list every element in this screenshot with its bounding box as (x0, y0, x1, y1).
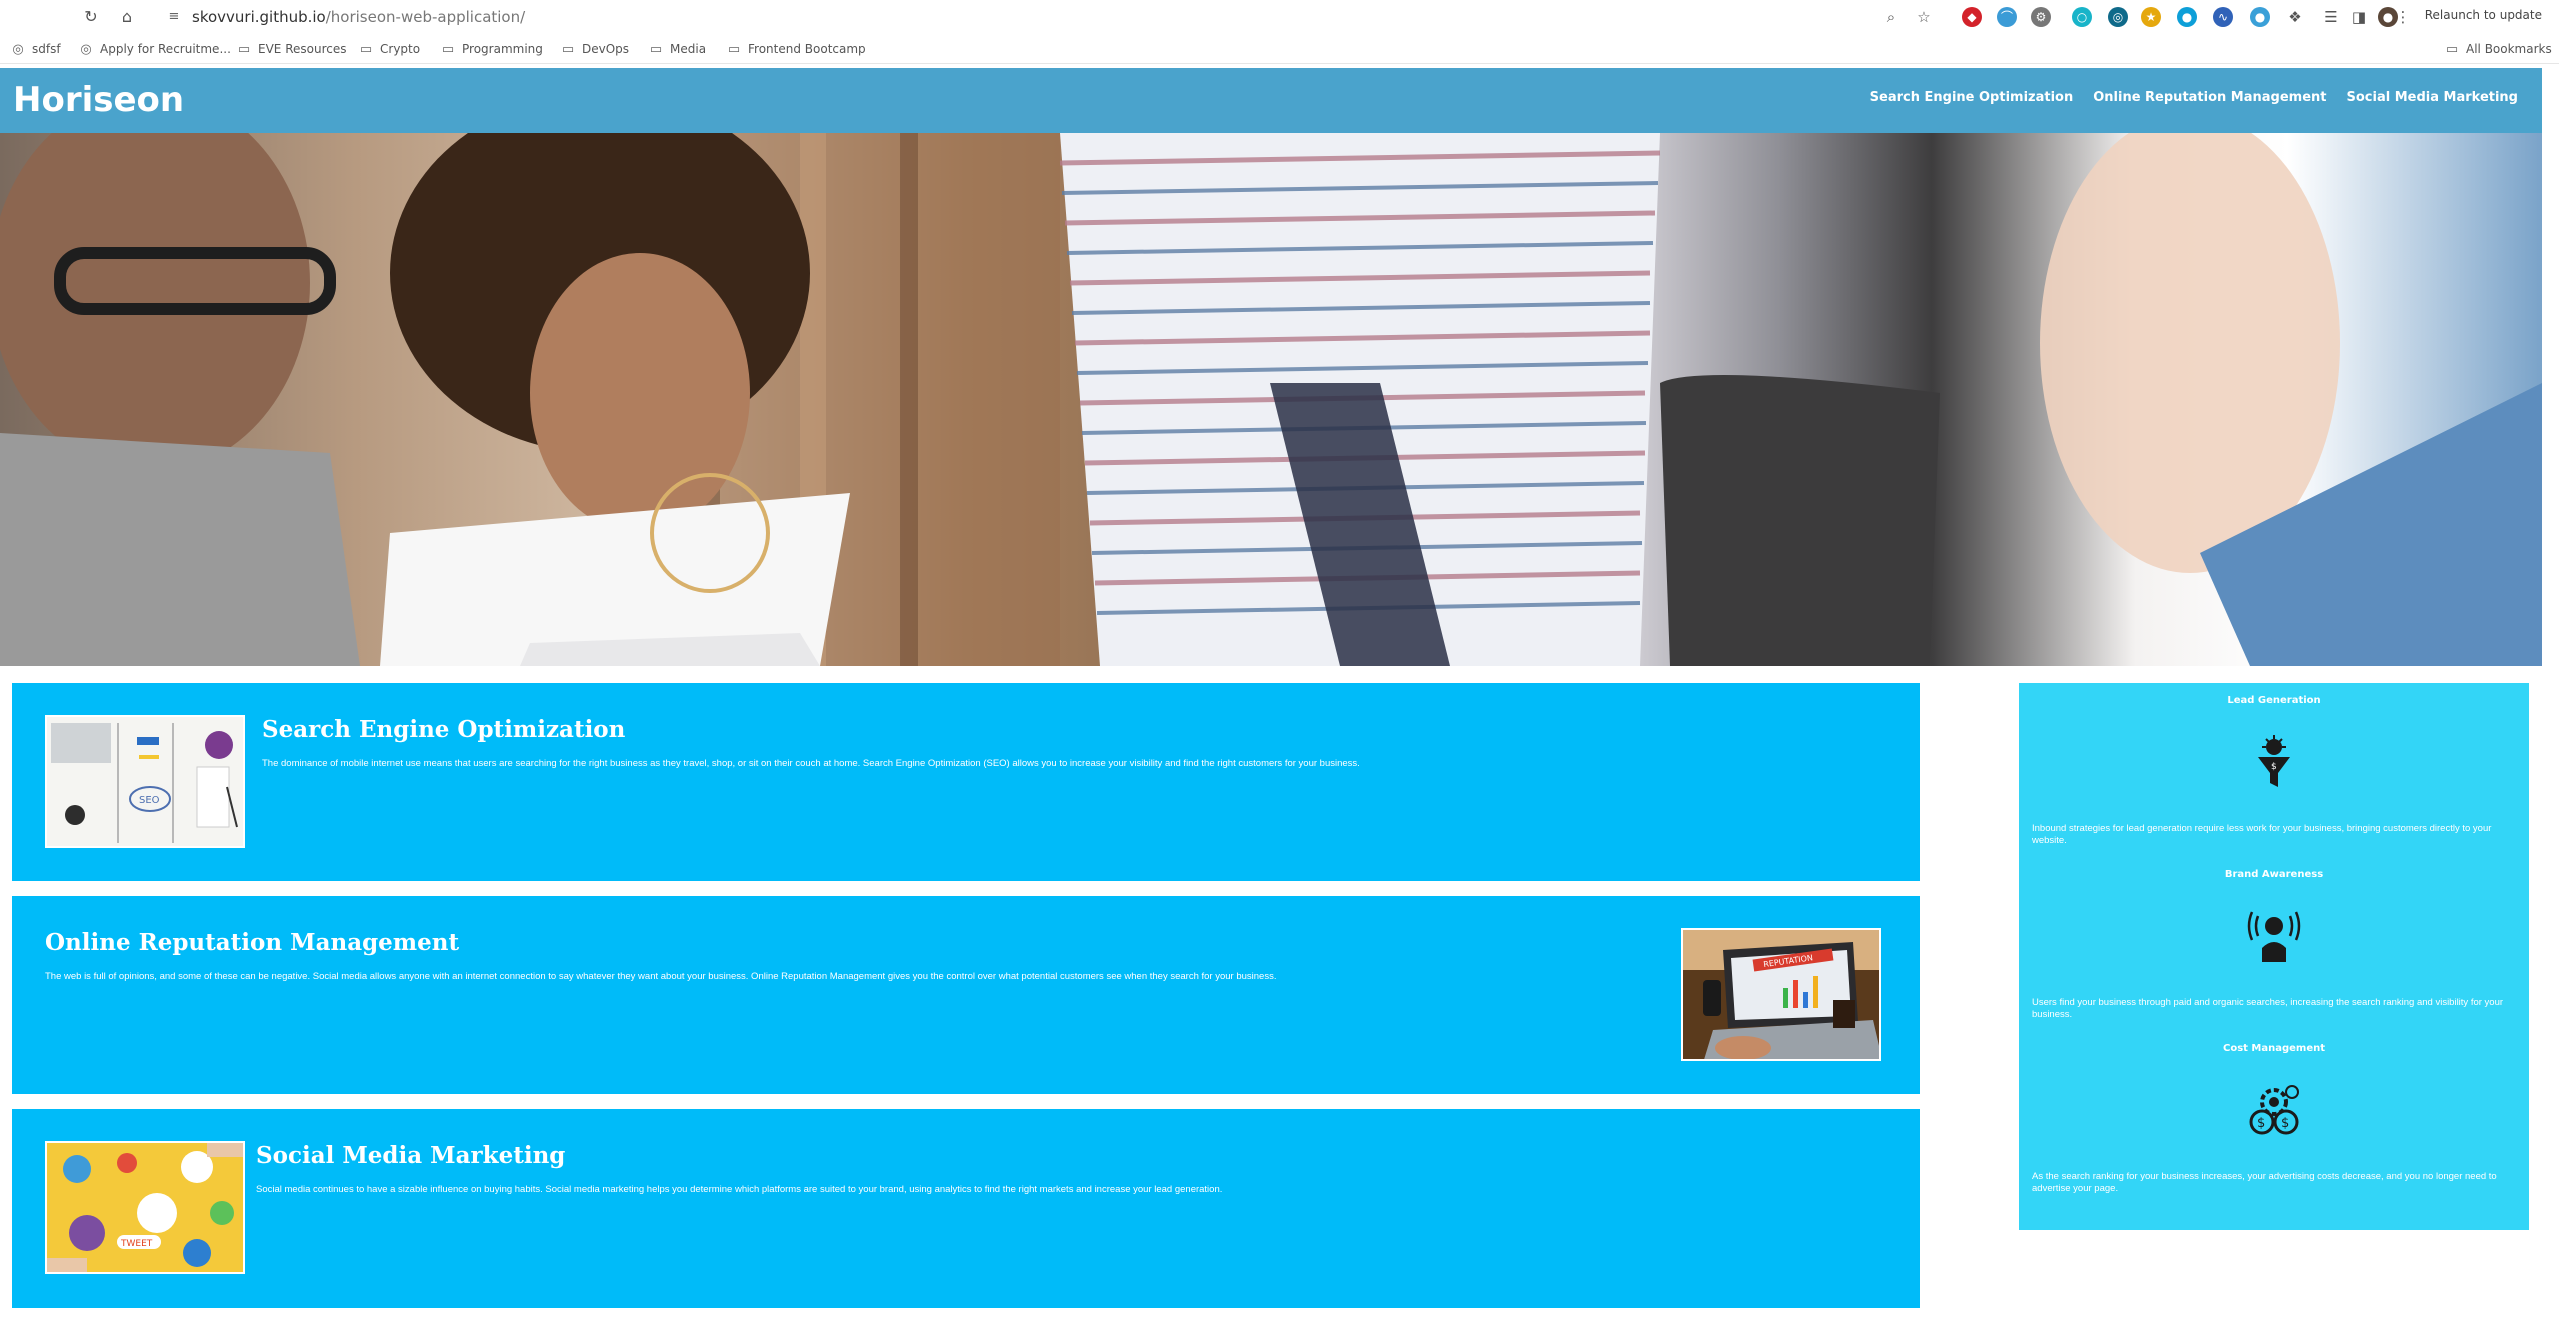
bookmarks-bar: ◎ sdfsf ◎ Apply for Recruitme... ▭ EVE Reso… (0, 34, 2559, 64)
reading-list-icon[interactable]: ☰ (2320, 6, 2342, 28)
benefit-title: Brand Awareness (2224, 869, 2324, 880)
reputation-image: REPUTATION (1681, 928, 1881, 1061)
bookmark-folder[interactable]: ▭ Crypto (358, 39, 420, 59)
extension-globe-icon[interactable]: ◎ (2108, 7, 2128, 27)
extension-s-icon[interactable]: ● (2177, 7, 2197, 27)
bookmark-label: Crypto (380, 42, 421, 56)
extensions-puzzle-icon[interactable]: ❖ (2284, 6, 2306, 28)
site-nav: Search Engine Optimization Online Reputa… (1870, 90, 2518, 105)
bookmark-label: Programming (462, 42, 543, 56)
hero-illustration (0, 133, 2542, 666)
nav-link-seo[interactable]: Search Engine Optimization (1870, 90, 2074, 105)
social-title: Social Media Marketing (256, 1142, 566, 1169)
bookmark-label: Apply for Recruitme... (100, 42, 231, 56)
seo-title: Search Engine Optimization (262, 716, 626, 743)
zoom-icon[interactable]: ⌕ (1880, 6, 1902, 28)
site-info-icon[interactable]: ≡ (165, 8, 183, 26)
benefit-description: Inbound strategies for lead generation r… (2032, 823, 2492, 846)
bookmark-star-icon[interactable]: ☆ (1913, 6, 1935, 28)
benefits-sidebar: Lead Generation $ Inbound strategies for… (2019, 683, 2529, 1230)
site-logo[interactable]: Horiseon (13, 80, 184, 120)
social-card: TWEET Social Media Marketing Social medi… (12, 1109, 1920, 1308)
bookmark-label: sdfsf (32, 42, 61, 56)
bookmark-label: All Bookmarks (2466, 42, 2552, 56)
bookmark-folder[interactable]: ▭ Frontend Bootcamp (726, 39, 866, 59)
relaunch-button[interactable]: Relaunch to update (2418, 2, 2542, 28)
social-description: Social media continues to have a sizable… (256, 1184, 1223, 1195)
social-image: TWEET (45, 1141, 245, 1274)
shield-extension-icon[interactable]: ◆ (1962, 7, 1982, 27)
benefit-description: Users find your business through paid an… (2032, 997, 2504, 1020)
svg-text:$: $ (2281, 1116, 2289, 1131)
bookmark-label: DevOps (582, 42, 630, 56)
bookmark-folder[interactable]: ▭ DevOps (560, 39, 629, 59)
folder-icon: ▭ (727, 42, 741, 57)
svg-text:$: $ (2271, 762, 2277, 772)
bookmark-item[interactable]: ◎ Apply for Recruitme... (78, 39, 231, 59)
seo-illustration: SEO (47, 717, 243, 846)
seo-description: The dominance of mobile internet use mea… (262, 758, 1360, 769)
folder-icon: ▭ (441, 42, 455, 57)
bookmark-item[interactable]: ◎ sdfsf (10, 39, 61, 59)
url-path: /horiseon-web-application/ (325, 8, 526, 26)
extension-gear-icon[interactable]: ⚙ (2031, 7, 2051, 27)
extension-circle-icon[interactable]: ○ (2072, 7, 2092, 27)
benefit-title: Lead Generation (2227, 695, 2321, 706)
globe-icon: ◎ (80, 42, 92, 57)
reputation-card: Online Reputation Management The web is … (12, 896, 1920, 1094)
bookmark-folder[interactable]: ▭ Programming (440, 39, 543, 59)
seo-image: SEO (45, 715, 245, 848)
social-illustration: TWEET (47, 1143, 243, 1272)
svg-text:SEO: SEO (139, 795, 160, 806)
benefit-title: Cost Management (2222, 1043, 2326, 1054)
folder-icon: ▭ (649, 42, 663, 57)
bookmark-folder[interactable]: ▭ EVE Resources (236, 39, 347, 59)
folder-icon: ▭ (2445, 42, 2459, 57)
folder-icon: ▭ (237, 42, 251, 57)
reputation-title: Online Reputation Management (45, 929, 460, 956)
menu-dots-icon[interactable]: ⋮ (2392, 6, 2414, 28)
seo-card: SEO Search Engine Optimization The domin… (12, 683, 1920, 881)
home-icon[interactable]: ⌂ (116, 6, 138, 28)
reputation-illustration: REPUTATION (1683, 930, 1879, 1059)
nav-link-reputation[interactable]: Online Reputation Management (2093, 90, 2326, 105)
site-header: Horiseon Search Engine Optimization Onli… (0, 68, 2542, 133)
nav-link-social[interactable]: Social Media Marketing (2347, 90, 2519, 105)
url-host: skovvuri.github.io (192, 8, 326, 26)
extension-blue-icon[interactable]: ● (2250, 7, 2270, 27)
bookmark-label: EVE Resources (258, 42, 347, 56)
hero-image (0, 133, 2542, 666)
folder-icon: ▭ (561, 42, 575, 57)
reload-icon[interactable]: ↻ (80, 6, 102, 28)
extension-badge-icon[interactable]: ★ (2141, 7, 2161, 27)
svg-text:$: $ (2257, 1116, 2265, 1131)
address-bar[interactable]: skovvuri.github.io/horiseon-web-applicat… (192, 6, 525, 28)
lead-generation-icon: $ (2244, 733, 2304, 793)
brand-awareness-icon (2244, 906, 2304, 966)
extension-arc-icon[interactable]: ⌒ (1997, 7, 2017, 27)
side-panel-icon[interactable]: ◨ (2348, 6, 2370, 28)
folder-icon: ▭ (359, 42, 373, 57)
bookmark-label: Media (670, 42, 707, 56)
all-bookmarks[interactable]: ▭ All Bookmarks (2444, 39, 2552, 59)
reputation-description: The web is full of opinions, and some of… (45, 971, 1277, 982)
benefit-description: As the search ranking for your business … (2032, 1171, 2497, 1194)
extension-wave-icon[interactable]: ∿ (2213, 7, 2233, 27)
globe-icon: ◎ (12, 42, 24, 57)
browser-toolbar: ↻ ⌂ ≡ skovvuri.github.io/horiseon-web-ap… (0, 0, 2559, 34)
bookmark-folder[interactable]: ▭ Media (648, 39, 706, 59)
social-image-caption: TWEET (120, 1239, 153, 1249)
cost-management-icon: $ $ (2244, 1080, 2304, 1140)
bookmark-label: Frontend Bootcamp (748, 42, 866, 56)
